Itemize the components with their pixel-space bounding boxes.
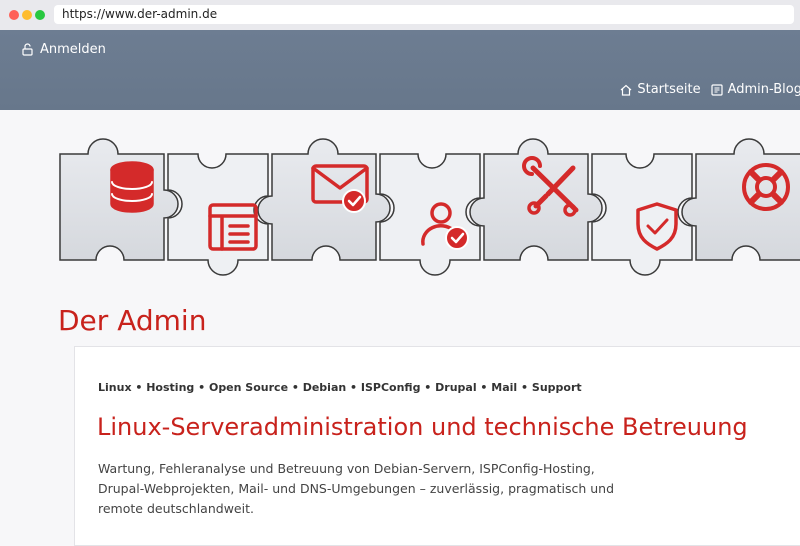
intro-text: Wartung, Fehleranalyse und Betreuung von… (98, 461, 615, 516)
site-header: Anmelden Startseite Admin-Blog (0, 30, 800, 110)
nav-item-admin-blog[interactable]: Admin-Blog (710, 82, 800, 97)
puzzle-banner (59, 138, 800, 276)
address-bar[interactable]: https://www.der-admin.de (54, 5, 794, 24)
puzzle-piece (379, 153, 481, 276)
login-link[interactable]: Anmelden (22, 42, 106, 57)
site-title[interactable]: Der Admin (58, 304, 206, 337)
login-label: Anmelden (40, 42, 106, 57)
puzzle-piece (257, 138, 391, 261)
tag-line: Linux • Hosting • Open Source • Debian •… (98, 381, 582, 394)
main-nav: Startseite Admin-Blog (620, 82, 800, 97)
close-window-button[interactable] (9, 10, 19, 20)
intro-card: Linux • Hosting • Open Source • Debian •… (74, 346, 800, 546)
database-icon (110, 161, 154, 213)
nav-label: Admin-Blog (727, 82, 800, 97)
maximize-window-button[interactable] (35, 10, 45, 20)
page-headline: Linux-Serveradministration und technisch… (97, 413, 748, 441)
browser-chrome: https://www.der-admin.de (0, 0, 800, 30)
blog-icon (710, 83, 723, 96)
home-icon (620, 84, 632, 96)
nav-label: Startseite (637, 82, 701, 97)
nav-item-startseite[interactable]: Startseite (620, 82, 701, 97)
minimize-window-button[interactable] (22, 10, 32, 20)
unlock-icon (22, 43, 33, 56)
